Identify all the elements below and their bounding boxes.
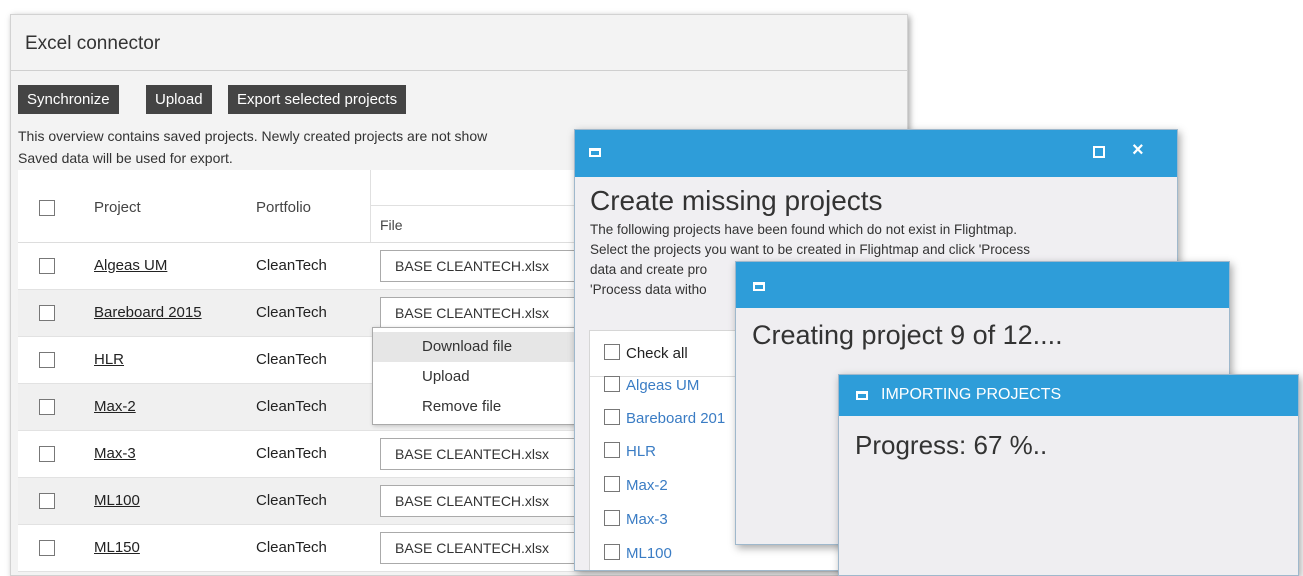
row-checkbox[interactable] [39,540,55,556]
project-link[interactable]: Bareboard 2015 [94,304,202,321]
window-icon [856,391,868,400]
importing-projects-dialog: IMPORTING PROJECTS Progress: 67 %.. [838,374,1299,576]
row-checkbox[interactable] [39,399,55,415]
project-link[interactable]: Max-2 [94,398,136,415]
item-checkbox[interactable] [604,510,620,526]
window-icon [589,148,601,157]
project-column-header: Project [94,199,141,216]
item-checkbox[interactable] [604,376,620,392]
file-select[interactable]: BASE CLEANTECH.xlsx [380,438,595,470]
row-checkbox[interactable] [39,352,55,368]
portfolio-cell: CleanTech [256,304,327,321]
check-all-item[interactable]: Check all [604,344,688,362]
file-select-value: BASE CLEANTECH.xlsx [395,540,550,556]
item-checkbox[interactable] [604,476,620,492]
check-all-label: Check all [626,345,688,362]
select-all-checkbox[interactable] [39,200,55,216]
portfolio-cell: CleanTech [256,351,327,368]
close-icon[interactable]: × [1132,139,1144,162]
maximize-icon[interactable] [1093,146,1105,158]
file-select-value: BASE CLEANTECH.xlsx [395,305,550,321]
portfolio-column-header: Portfolio [256,199,312,216]
list-item[interactable]: Max-2 [604,476,668,494]
item-checkbox[interactable] [604,544,620,560]
file-select[interactable]: BASE CLEANTECH.xlsx [380,297,595,329]
item-label: ML100 [626,545,672,562]
upload-menu-item[interactable]: Upload [373,362,578,392]
list-item[interactable]: Bareboard 201 [604,409,725,427]
export-selected-button[interactable]: Export selected projects [228,85,407,114]
title-divider [11,70,907,71]
column-divider [370,170,371,242]
dialog-titlebar: IMPORTING PROJECTS [839,375,1298,416]
row-checkbox[interactable] [39,446,55,462]
item-checkbox[interactable] [604,442,620,458]
file-select-value: BASE CLEANTECH.xlsx [395,493,550,509]
list-item[interactable]: Algeas UM [604,376,699,394]
file-select-value: BASE CLEANTECH.xlsx [395,446,550,462]
project-link[interactable]: HLR [94,351,124,368]
file-select[interactable]: BASE CLEANTECH.xlsx [380,250,595,282]
window-icon [753,282,765,291]
project-link[interactable]: ML150 [94,539,140,556]
description-line: Select the projects you want to be creat… [590,242,1031,257]
row-checkbox[interactable] [39,493,55,509]
dialog-heading: Create missing projects [590,185,883,216]
progress-text: Progress: 67 %.. [855,430,1048,460]
row-checkbox[interactable] [39,305,55,321]
portfolio-cell: CleanTech [256,257,327,274]
synchronize-button[interactable]: Synchronize [18,85,119,114]
file-select-value: BASE CLEANTECH.xlsx [395,258,550,274]
portfolio-cell: CleanTech [256,539,327,556]
panel-title: Excel connector [25,33,161,54]
dialog-titlebar [736,262,1229,308]
remove-file-menu-item[interactable]: Remove file [373,392,578,422]
info-text-line2: Saved data will be used for export. [18,150,233,166]
dialog-title: IMPORTING PROJECTS [881,386,1062,403]
description-line: The following projects have been found w… [590,222,1017,237]
project-link[interactable]: Max-3 [94,445,136,462]
list-item[interactable]: Max-3 [604,510,668,528]
check-all-checkbox[interactable] [604,344,620,360]
item-checkbox[interactable] [604,409,620,425]
item-label: HLR [626,443,657,460]
list-item[interactable]: ML100 [604,544,672,562]
portfolio-cell: CleanTech [256,445,327,462]
project-link[interactable]: Algeas UM [94,257,167,274]
download-file-menu-item[interactable]: Download file [373,332,578,362]
item-label: Max-3 [626,511,668,528]
list-item[interactable]: HLR [604,442,656,460]
file-column-header: File [380,217,403,233]
file-select[interactable]: BASE CLEANTECH.xlsx [380,532,595,564]
project-link[interactable]: ML100 [94,492,140,509]
item-label: Bareboard 201 [626,410,726,427]
portfolio-cell: CleanTech [256,398,327,415]
info-text-line1: This overview contains saved projects. N… [18,128,488,144]
row-checkbox[interactable] [39,258,55,274]
item-label: Algeas UM [626,377,700,394]
creating-status-text: Creating project 9 of 12.... [752,320,1063,350]
portfolio-cell: CleanTech [256,492,327,509]
file-select[interactable]: BASE CLEANTECH.xlsx [380,485,595,517]
dialog-titlebar: × [575,130,1177,177]
file-context-menu: Download file Upload Remove file [372,327,579,425]
item-label: Max-2 [626,477,668,494]
upload-button[interactable]: Upload [146,85,212,114]
